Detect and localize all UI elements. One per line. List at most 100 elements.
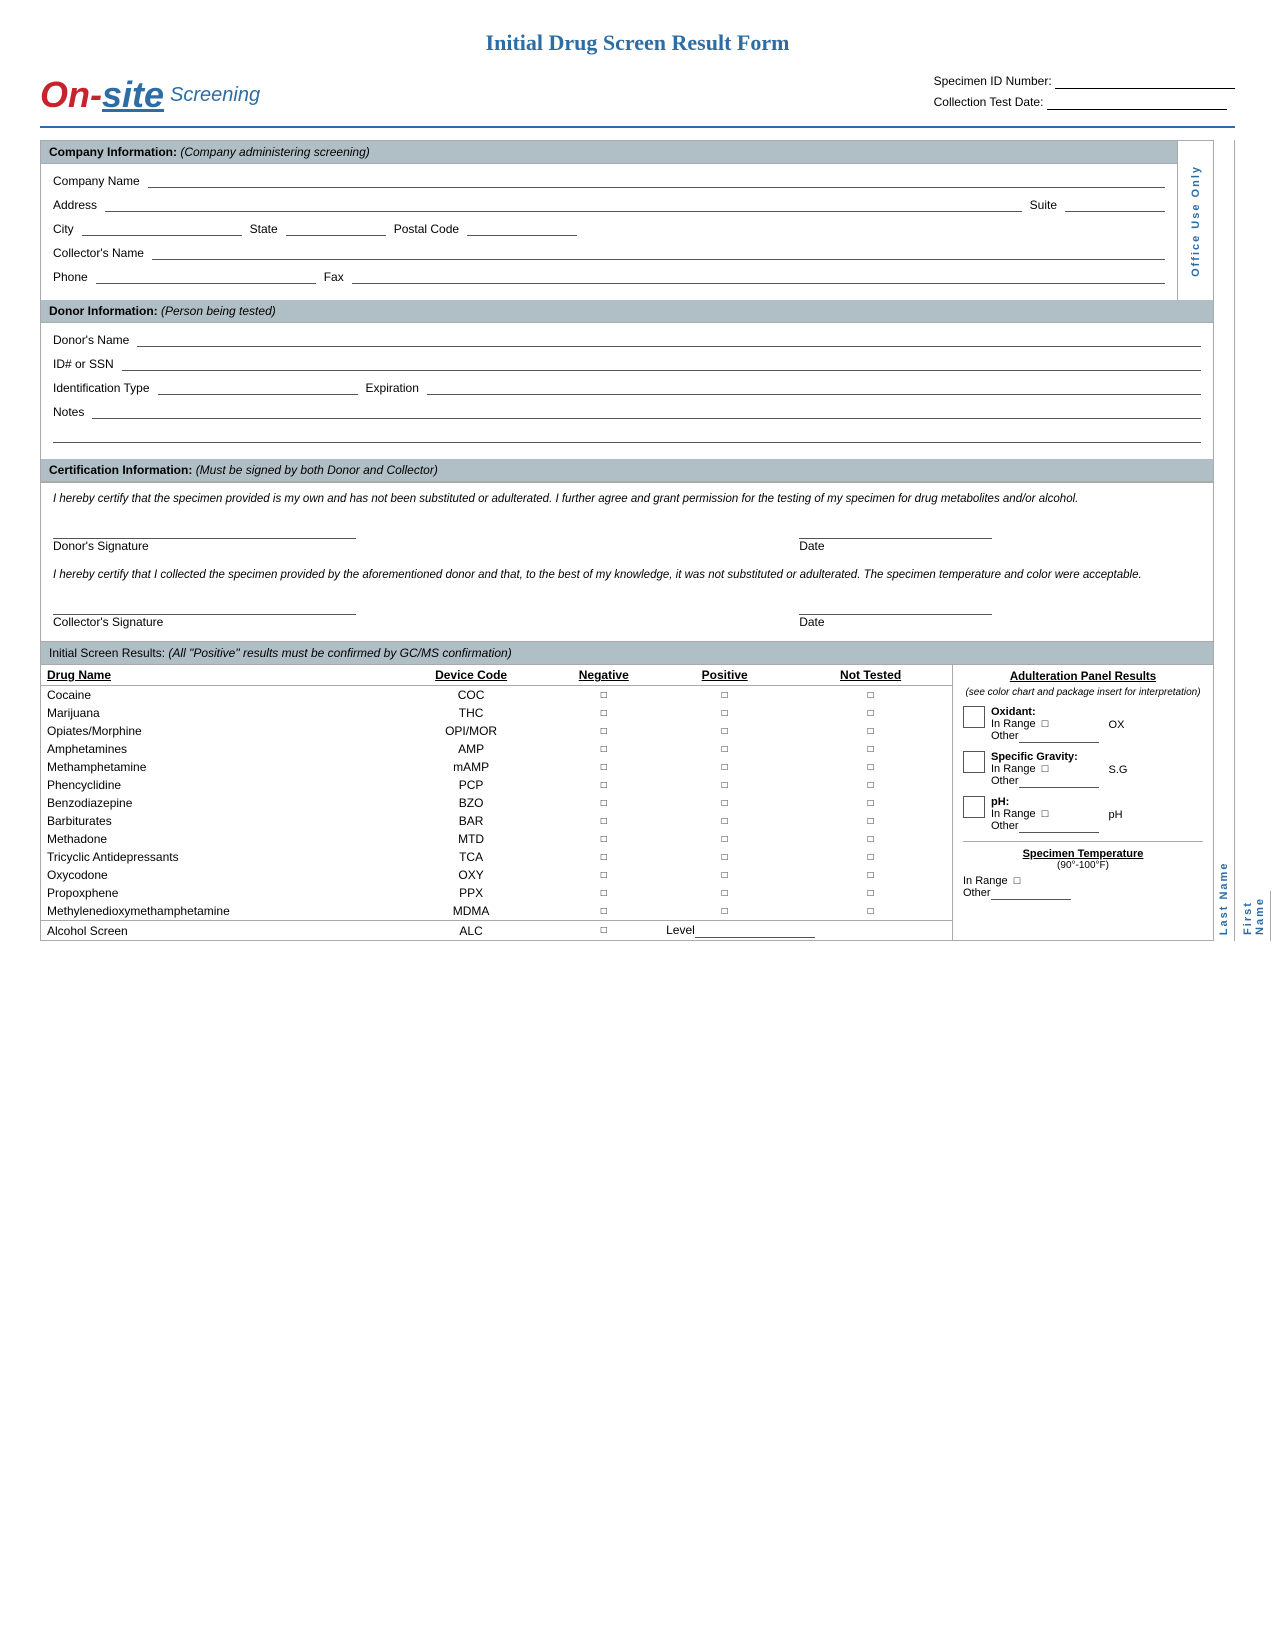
drug-code: MTD [395, 830, 548, 848]
positive-checkbox[interactable]: □ [660, 830, 789, 848]
negative-checkbox[interactable]: □ [547, 830, 660, 848]
address-input[interactable] [105, 196, 1022, 212]
drug-code: AMP [395, 740, 548, 758]
alcohol-checkbox[interactable]: □ [547, 921, 660, 941]
donor-section: Donor Information: (Person being tested)… [40, 300, 1214, 459]
not-tested-checkbox[interactable]: □ [789, 758, 952, 776]
city-input[interactable] [82, 220, 242, 236]
negative-checkbox[interactable]: □ [547, 740, 660, 758]
positive-checkbox[interactable]: □ [660, 902, 789, 921]
table-row: Barbiturates BAR □ □ □ [41, 812, 952, 830]
drug-name: Tricyclic Antidepressants [41, 848, 395, 866]
negative-checkbox[interactable]: □ [547, 758, 660, 776]
phone-row: Phone Fax [53, 268, 1165, 284]
state-input[interactable] [286, 220, 386, 236]
table-row: Tricyclic Antidepressants TCA □ □ □ [41, 848, 952, 866]
postal-input[interactable] [467, 220, 577, 236]
donor-sig-label: Donor's Signature [53, 539, 684, 553]
drug-name: Phencyclidine [41, 776, 395, 794]
positive-checkbox[interactable]: □ [660, 686, 789, 705]
alcohol-row: Alcohol Screen ALC □ Level [41, 921, 952, 941]
specimen-temp: Specimen Temperature (90°-100°F) In Rang… [963, 841, 1203, 900]
negative-checkbox[interactable]: □ [547, 686, 660, 705]
not-tested-checkbox[interactable]: □ [789, 704, 952, 722]
not-tested-checkbox[interactable]: □ [789, 722, 952, 740]
positive-checkbox[interactable]: □ [660, 758, 789, 776]
negative-checkbox[interactable]: □ [547, 704, 660, 722]
negative-checkbox[interactable]: □ [547, 866, 660, 884]
drug-name: Cocaine [41, 686, 395, 705]
positive-checkbox[interactable]: □ [660, 884, 789, 902]
drug-code: MDMA [395, 902, 548, 921]
not-tested-checkbox[interactable]: □ [789, 848, 952, 866]
drug-name: Marijuana [41, 704, 395, 722]
donor-section-header: Donor Information: (Person being tested) [41, 300, 1213, 323]
donor-sig-line[interactable] [53, 523, 356, 539]
not-tested-checkbox[interactable]: □ [789, 812, 952, 830]
table-row: Methamphetamine mAMP □ □ □ [41, 758, 952, 776]
oxidant-label: Oxidant: In Range □ Other [991, 706, 1099, 743]
not-tested-checkbox[interactable]: □ [789, 740, 952, 758]
positive-checkbox[interactable]: □ [660, 794, 789, 812]
collector-sig-line[interactable] [53, 599, 356, 615]
negative-checkbox[interactable]: □ [547, 884, 660, 902]
table-row: Methadone MTD □ □ □ [41, 830, 952, 848]
negative-checkbox[interactable]: □ [547, 722, 660, 740]
negative-checkbox[interactable]: □ [547, 794, 660, 812]
not-tested-checkbox[interactable]: □ [789, 866, 952, 884]
logo-text: On-site [40, 74, 164, 116]
col-not-tested: Not Tested [789, 665, 952, 686]
notes-input[interactable] [92, 403, 1201, 419]
logo: On-site Screening [40, 74, 260, 116]
donor-date-line[interactable] [799, 523, 992, 539]
temp-in-range: In Range □ [963, 875, 1203, 887]
not-tested-checkbox[interactable]: □ [789, 884, 952, 902]
suite-input[interactable] [1065, 196, 1165, 212]
ssn-input[interactable] [122, 355, 1201, 371]
positive-checkbox[interactable]: □ [660, 722, 789, 740]
certification-section: Certification Information: (Must be sign… [40, 459, 1214, 641]
not-tested-checkbox[interactable]: □ [789, 830, 952, 848]
collection-date-row: Collection Test Date: [934, 95, 1235, 110]
drug-name: Propoxphene [41, 884, 395, 902]
negative-checkbox[interactable]: □ [547, 776, 660, 794]
drug-name: Methamphetamine [41, 758, 395, 776]
phone-input[interactable] [96, 268, 316, 284]
collector-name-row: Collector's Name [53, 244, 1165, 260]
drug-code: BZO [395, 794, 548, 812]
negative-checkbox[interactable]: □ [547, 848, 660, 866]
not-tested-checkbox[interactable]: □ [789, 686, 952, 705]
donor-name-input[interactable] [137, 331, 1201, 347]
ph-item: pH: In Range □ Other pH [963, 796, 1203, 833]
positive-checkbox[interactable]: □ [660, 704, 789, 722]
last-name-tab: Last Name [1214, 140, 1235, 941]
collector-sig-row: Collector's Signature Date [53, 599, 1201, 629]
notes-row: Notes [53, 403, 1201, 419]
positive-checkbox[interactable]: □ [660, 776, 789, 794]
positive-checkbox[interactable]: □ [660, 866, 789, 884]
table-row: Marijuana THC □ □ □ [41, 704, 952, 722]
negative-checkbox[interactable]: □ [547, 902, 660, 921]
negative-checkbox[interactable]: □ [547, 812, 660, 830]
results-section: Initial Screen Results: (All "Positive" … [40, 641, 1214, 941]
drug-name: Amphetamines [41, 740, 395, 758]
positive-checkbox[interactable]: □ [660, 812, 789, 830]
adult-title: Adulteration Panel Results [963, 671, 1203, 683]
positive-checkbox[interactable]: □ [660, 848, 789, 866]
collector-date-line[interactable] [799, 599, 992, 615]
company-name-input[interactable] [148, 172, 1165, 188]
not-tested-checkbox[interactable]: □ [789, 776, 952, 794]
positive-checkbox[interactable]: □ [660, 740, 789, 758]
collector-name-input[interactable] [152, 244, 1165, 260]
expiration-input[interactable] [427, 379, 1201, 395]
fax-input[interactable] [352, 268, 1165, 284]
not-tested-checkbox[interactable]: □ [789, 794, 952, 812]
id-type-input[interactable] [158, 379, 358, 395]
main-content: Company Information: (Company administer… [40, 140, 1214, 941]
drug-name: Benzodiazepine [41, 794, 395, 812]
logo-site: site [102, 74, 164, 115]
table-header-row: Drug Name Device Code Negative Positive … [41, 665, 952, 686]
not-tested-checkbox[interactable]: □ [789, 902, 952, 921]
temp-range: (90°-100°F) [963, 860, 1203, 871]
drug-code: TCA [395, 848, 548, 866]
